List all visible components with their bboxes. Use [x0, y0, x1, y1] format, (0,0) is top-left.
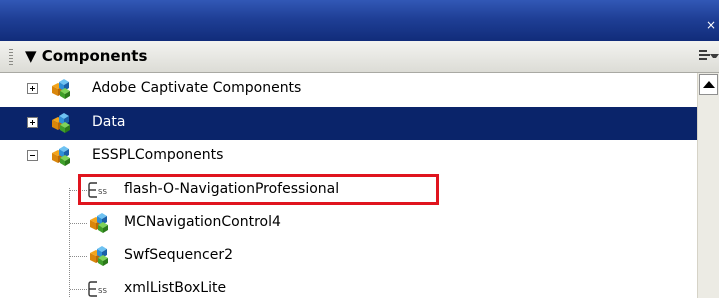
tree-item-mcnavigationcontrol4[interactable]: MCNavigationControl4 [0, 207, 697, 240]
collapse-minus-icon[interactable] [27, 150, 38, 161]
panel-title[interactable]: ▼ Components [25, 47, 147, 65]
component-package-icon [90, 246, 108, 266]
scroll-up-arrow-icon[interactable] [699, 74, 718, 95]
tree-item-label: SwfSequencer2 [124, 247, 233, 263]
tree-item-label: ESSPLComponents [92, 147, 224, 163]
tree-item-swfsequencer2[interactable]: SwfSequencer2 [0, 240, 697, 273]
tree-item-label: xmlListBoxLite [124, 280, 227, 296]
svg-text:SS: SS [98, 287, 107, 295]
tree-item-label: Adobe Captivate Components [92, 80, 302, 96]
component-package-icon [90, 213, 108, 233]
component-package-icon [52, 79, 70, 99]
component-package-icon [52, 113, 70, 133]
vertical-scrollbar[interactable] [697, 73, 719, 298]
components-panel-header[interactable]: ▼ Components [0, 41, 719, 73]
expand-plus-icon[interactable] [27, 83, 38, 94]
drag-grip-icon[interactable] [9, 49, 13, 65]
component-package-icon [52, 146, 70, 166]
tree-item-adobe-captivate-components[interactable]: Adobe Captivate Components [0, 73, 697, 106]
tree-item-label: Data [92, 114, 126, 130]
red-highlight-box [78, 174, 439, 205]
tree-item-label: MCNavigationControl4 [124, 214, 281, 230]
tree-item-data[interactable]: Data [0, 107, 697, 140]
actionscript-class-icon: SS [88, 281, 107, 297]
panel-titlebar[interactable]: × [0, 0, 719, 41]
expand-plus-icon[interactable] [27, 117, 38, 128]
panel-options-icon[interactable] [699, 49, 719, 63]
tree-item-essplcomponents[interactable]: ESSPLComponents [0, 140, 697, 173]
tree-item-xmllistboxlite[interactable]: SS xmlListBoxLite [0, 273, 697, 306]
close-icon[interactable]: × [705, 19, 717, 32]
